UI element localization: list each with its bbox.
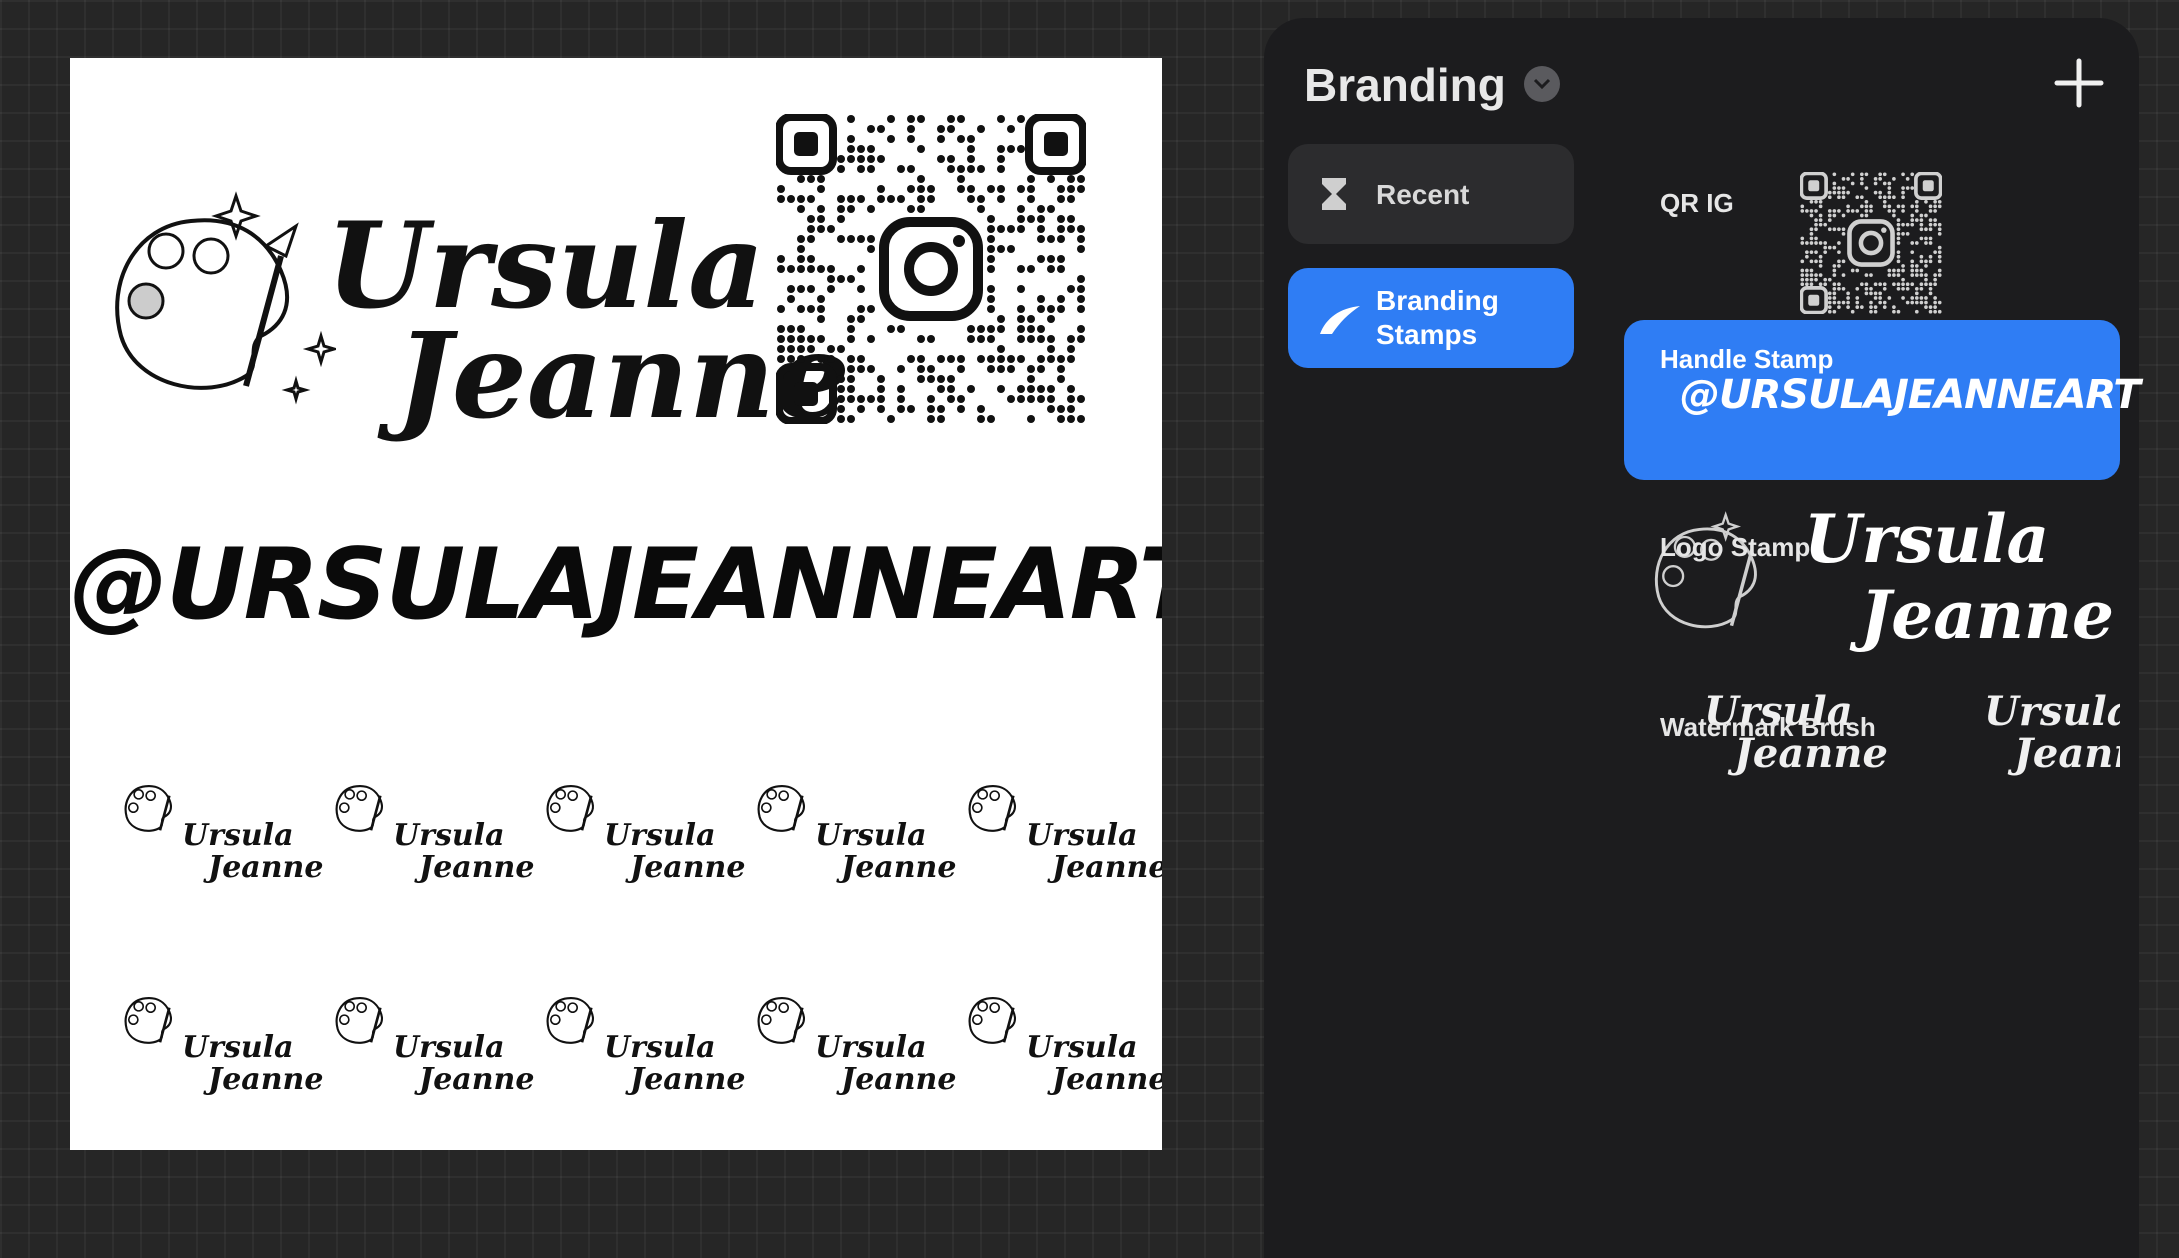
palette-icon: [757, 785, 806, 832]
watermark-tile: Ursula Jeanne: [753, 776, 957, 896]
brush-library-panel: Branding Recent Branding Stamps QR IG Ha…: [1264, 18, 2141, 1258]
palette-icon: [546, 997, 595, 1044]
brush-label: Watermark Brush: [1660, 712, 1876, 742]
brush-logo-stamp[interactable]: Logo Stamp Ursula Jeanne: [1624, 490, 2120, 680]
palette-icon: [115, 191, 336, 405]
brush-handle-stamp[interactable]: Handle Stamp @URSULAJEANNEART: [1624, 320, 2141, 480]
watermark-tile: Ursula Jeanne: [964, 776, 1162, 896]
hourglass-icon: [1322, 178, 1346, 210]
watermark-tile: Ursula Jeanne: [331, 776, 535, 896]
brush-preview: @URSULAJEANNEART: [1680, 372, 2141, 418]
brush-qr-ig[interactable]: QR IG: [1624, 136, 2064, 316]
watermark-tile: Ursula Jeanne: [542, 988, 746, 1108]
watermark-line1: Ursula: [1026, 1030, 1138, 1065]
palette-icon: [1654, 511, 1757, 629]
watermark-line1: Ursula: [815, 818, 927, 853]
brush-watermark[interactable]: Ursula Jeanne Ursula Jeanne Watermark Br…: [1624, 678, 2120, 798]
brush-preview-line1: Ursula: [1804, 500, 2050, 578]
qr-code-thumbnail: [1800, 172, 1942, 314]
watermark-line1: Ursula: [393, 818, 505, 853]
palette-icon: [124, 785, 173, 832]
watermark-line2: Jeanne: [630, 1062, 746, 1097]
watermark-line1: Ursula: [1026, 818, 1138, 853]
category-label: Branding Stamps: [1376, 285, 1499, 350]
qr-code: [776, 114, 1086, 424]
category-branding-stamps[interactable]: Branding Stamps: [1288, 268, 1574, 368]
handle-text: @URSULAJEANNEART: [70, 528, 1162, 642]
watermark-line2: Jeanne: [208, 1062, 324, 1097]
logo-artwork: Ursula Jeanne: [96, 156, 850, 486]
watermark-line2: Jeanne: [208, 850, 324, 885]
watermark-line1: Ursula: [604, 1030, 716, 1065]
brush-preview-line1: Ursula: [1984, 688, 2120, 735]
category-recent[interactable]: Recent: [1288, 144, 1574, 244]
watermark-line2: Jeanne: [1052, 1062, 1162, 1097]
brush-stroke-icon: [1320, 306, 1360, 334]
watermark-line2: Jeanne: [1052, 850, 1162, 885]
watermark-line2: Jeanne: [630, 850, 746, 885]
watermark-line1: Ursula: [815, 1030, 927, 1065]
palette-icon: [546, 785, 595, 832]
watermark-line1: Ursula: [182, 818, 294, 853]
artwork-canvas[interactable]: Ursula Jeanne @URSULAJEANNEART Ursula Jea…: [70, 58, 1162, 1150]
brush-label: Logo Stamp: [1660, 532, 1811, 562]
panel-title: Branding: [1304, 59, 1506, 111]
palette-icon: [335, 785, 384, 832]
watermark-line2: Jeanne: [841, 1062, 957, 1097]
category-label: Recent: [1376, 179, 1470, 210]
palette-icon: [335, 997, 384, 1044]
chevron-down-icon[interactable]: [1524, 66, 1560, 102]
watermark-tile: Ursula Jeanne: [120, 988, 324, 1108]
add-brush-button[interactable]: [2049, 53, 2109, 113]
watermark-line2: Jeanne: [419, 850, 535, 885]
brush-label: QR IG: [1660, 188, 1734, 218]
brush-label: Handle Stamp: [1660, 344, 1834, 374]
palette-icon: [968, 785, 1017, 832]
palette-icon: [757, 997, 806, 1044]
watermark-line1: Ursula: [393, 1030, 505, 1065]
watermark-tile: Ursula Jeanne: [542, 776, 746, 896]
watermark-tile: Ursula Jeanne: [331, 988, 535, 1108]
palette-icon: [124, 997, 173, 1044]
brush-preview-line2: Jeanne: [1860, 576, 2114, 654]
watermark-tile: Ursula Jeanne: [120, 776, 324, 896]
watermark-tile: Ursula Jeanne: [753, 988, 957, 1108]
brush-preview-line2: Jeanne: [2014, 730, 2120, 777]
watermark-line2: Jeanne: [419, 1062, 535, 1097]
watermark-line2: Jeanne: [841, 850, 957, 885]
palette-icon: [968, 997, 1017, 1044]
watermark-line1: Ursula: [604, 818, 716, 853]
watermark-line1: Ursula: [182, 1030, 294, 1065]
watermark-tile: Ursula Jeanne: [964, 988, 1162, 1108]
